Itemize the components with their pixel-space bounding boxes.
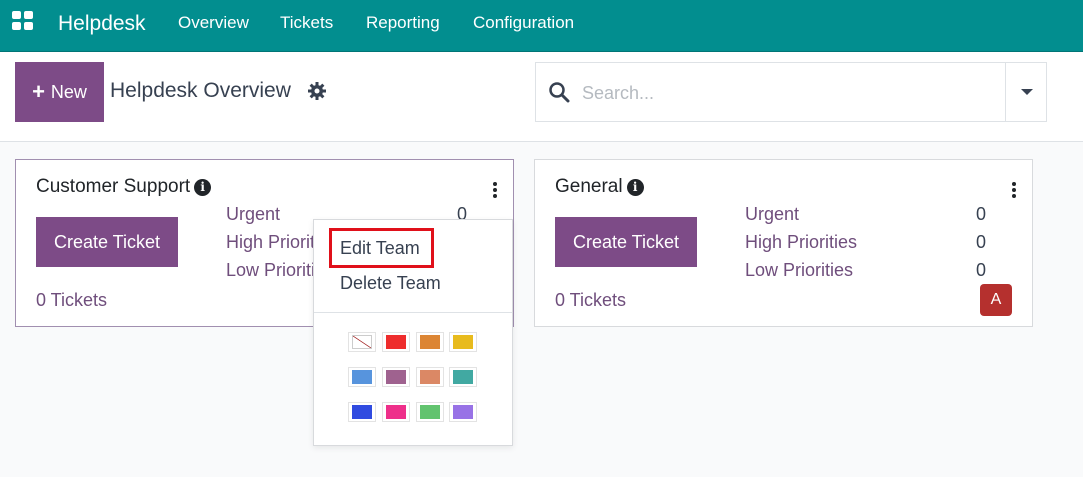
team-name: General — [555, 176, 623, 197]
team-title: Customer Support i — [36, 176, 212, 198]
gear-icon[interactable] — [307, 81, 327, 101]
stat-urgent-link[interactable]: Urgent — [226, 204, 326, 225]
apps-menu-icon[interactable] — [12, 11, 34, 31]
color-swatch[interactable] — [382, 367, 410, 387]
stat-urgent-value: 0 — [976, 204, 987, 224]
control-panel: + New Helpdesk Overview — [0, 52, 1083, 142]
color-swatch[interactable] — [416, 402, 444, 422]
info-icon[interactable]: i — [626, 179, 644, 196]
create-ticket-button[interactable]: Create Ticket — [555, 217, 697, 267]
divider — [314, 312, 512, 313]
stat-urgent-link[interactable]: Urgent — [745, 204, 799, 225]
delete-team-item[interactable]: Delete Team — [340, 273, 441, 294]
team-name: Customer Support — [36, 176, 191, 197]
kebab-menu-icon[interactable] — [492, 182, 498, 198]
nav-reporting[interactable]: Reporting — [366, 13, 440, 33]
color-swatch[interactable] — [348, 332, 376, 352]
team-options-dropdown: Edit Team Delete Team — [313, 219, 513, 446]
create-ticket-button[interactable]: Create Ticket — [36, 217, 178, 267]
nav-configuration[interactable]: Configuration — [473, 13, 574, 33]
top-navbar: Helpdesk Overview Tickets Reporting Conf… — [0, 0, 1083, 52]
new-button[interactable]: + New — [15, 62, 104, 122]
nav-tickets[interactable]: Tickets — [280, 13, 333, 33]
stat-high-link[interactable]: High Priorities — [745, 232, 857, 253]
stat-low-link[interactable]: Low Priorities — [226, 260, 314, 281]
color-swatch[interactable] — [416, 367, 444, 387]
stat-high-value: 0 — [976, 232, 987, 252]
color-swatch[interactable] — [348, 367, 376, 387]
color-swatch[interactable] — [382, 332, 410, 352]
edit-team-item[interactable]: Edit Team — [340, 238, 420, 259]
team-card-general: General i Create Ticket Urgent 0 High Pri… — [534, 159, 1033, 327]
color-swatch[interactable] — [382, 402, 410, 422]
color-swatch[interactable] — [449, 332, 477, 352]
color-swatch[interactable] — [348, 402, 376, 422]
stat-low-link[interactable]: Low Priorities — [745, 260, 853, 281]
app-brand[interactable]: Helpdesk — [58, 12, 146, 36]
nav-overview[interactable]: Overview — [178, 13, 249, 33]
info-icon[interactable]: i — [194, 179, 212, 196]
search-options-toggle[interactable] — [1005, 63, 1047, 121]
color-swatch[interactable] — [416, 332, 444, 352]
stat-high-link[interactable]: High Priorities — [226, 232, 314, 253]
new-button-label: New — [50, 81, 87, 102]
team-title: General i — [555, 176, 644, 198]
color-swatch[interactable] — [449, 367, 477, 387]
stat-low-value: 0 — [976, 260, 987, 280]
search-bar — [535, 62, 1047, 122]
search-icon — [549, 82, 570, 103]
search-input[interactable] — [582, 80, 982, 106]
page-title: Helpdesk Overview — [110, 79, 291, 102]
plus-icon: + — [32, 79, 45, 104]
avatar[interactable]: A — [980, 284, 1012, 316]
color-swatch[interactable] — [449, 402, 477, 422]
tickets-count-link[interactable]: 0 Tickets — [555, 290, 626, 311]
tickets-count-link[interactable]: 0 Tickets — [36, 290, 107, 311]
kebab-menu-icon[interactable] — [1011, 182, 1017, 198]
